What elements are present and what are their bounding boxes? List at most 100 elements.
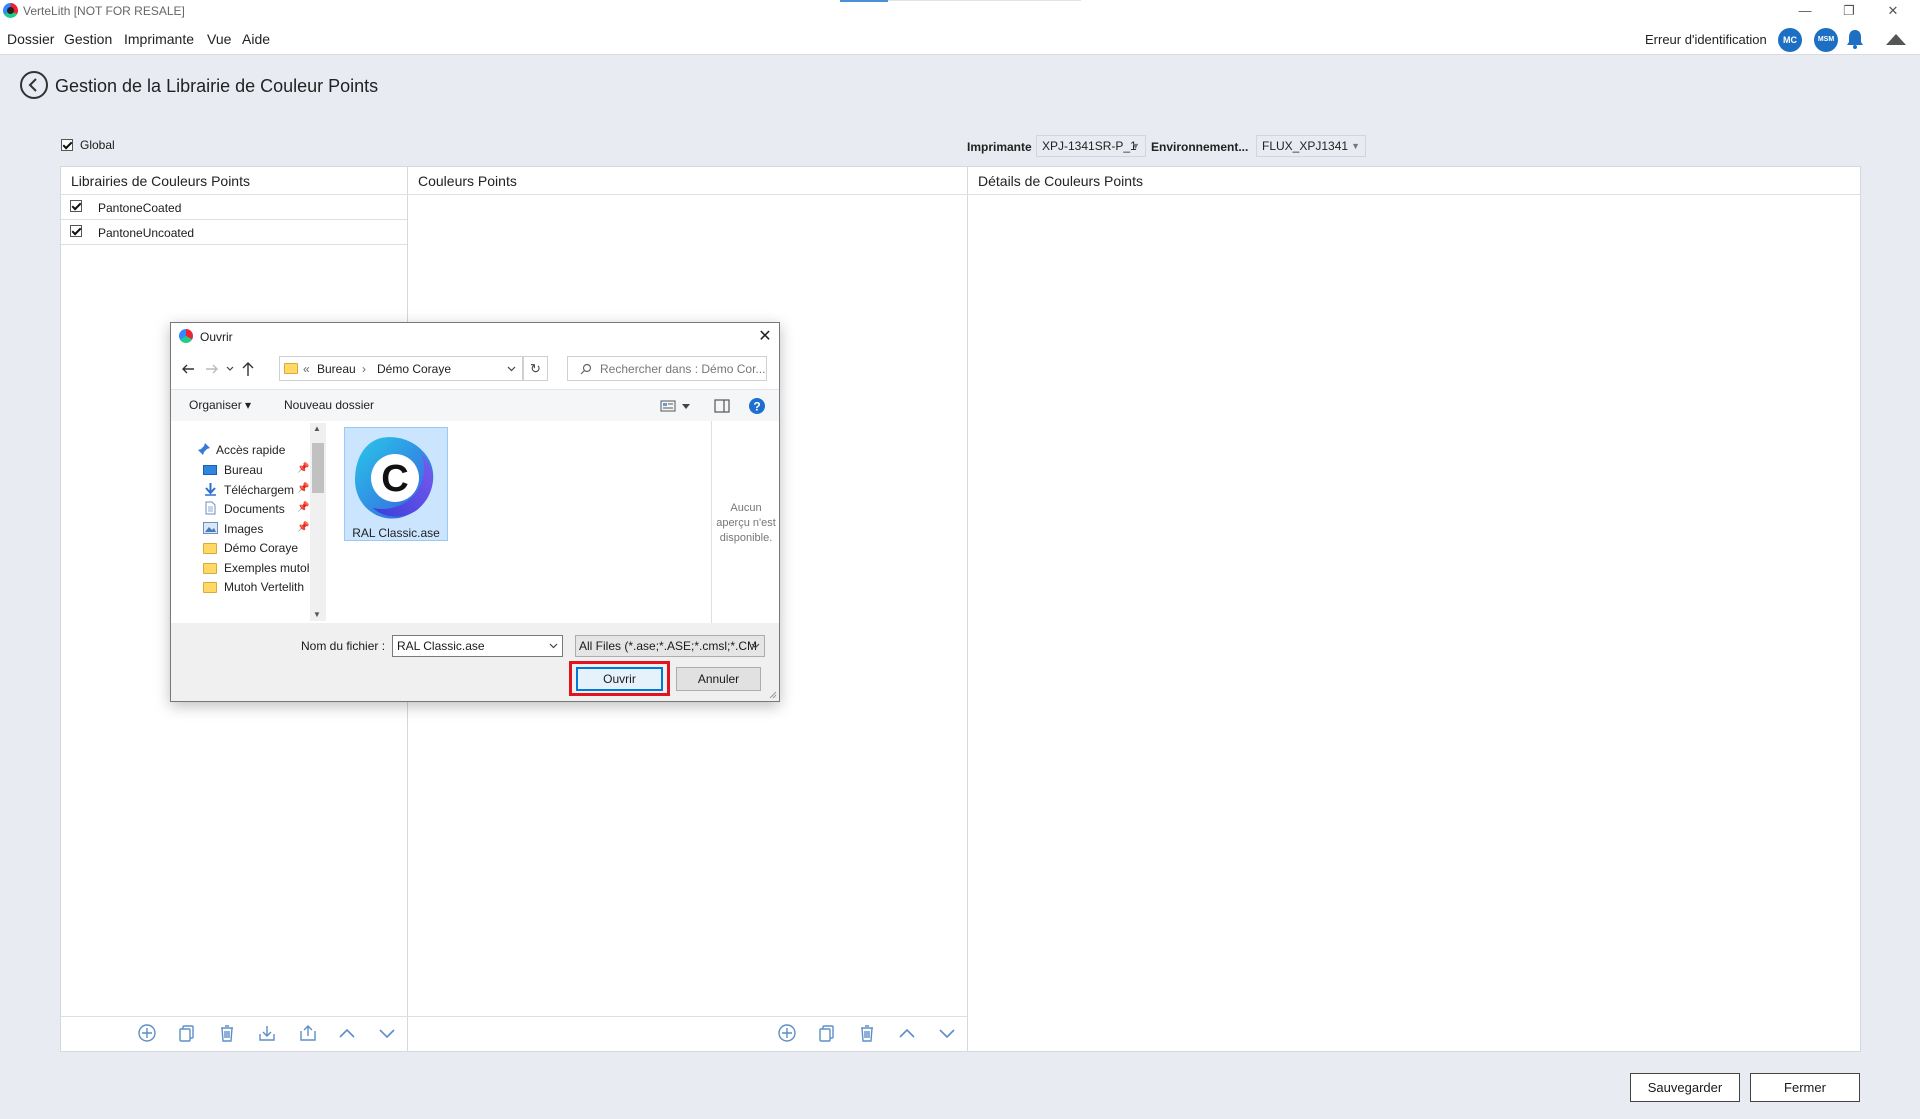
folder-icon	[203, 563, 217, 574]
menu-imprimante[interactable]: Imprimante	[124, 31, 194, 47]
menu-dossier[interactable]: Dossier	[7, 31, 54, 47]
file-type-select[interactable]: All Files (*.ase;*.ASE;*.cmsl;*.CM	[575, 635, 765, 657]
search-input[interactable]: Rechercher dans : Démo Cor...	[567, 356, 767, 381]
tree-item-documents[interactable]: Documents	[224, 502, 294, 516]
libraries-header: Librairies de Couleurs Points	[71, 173, 250, 189]
back-arrow-icon[interactable]	[181, 362, 195, 376]
scroll-down-icon[interactable]: ▼	[313, 610, 321, 619]
printer-select-value: XPJ-1341SR-P_1	[1042, 139, 1137, 153]
export-icon[interactable]	[298, 1023, 318, 1043]
up-arrow-icon[interactable]	[241, 361, 255, 377]
tree-item-quick-access[interactable]: Accès rapide	[216, 443, 311, 457]
bell-icon[interactable]	[1845, 28, 1865, 50]
minimize-button[interactable]: —	[1790, 1, 1820, 21]
file-app-icon: C	[355, 437, 434, 519]
import-icon[interactable]	[257, 1023, 277, 1043]
printer-label: Imprimante	[967, 140, 1032, 154]
organize-button[interactable]: Organiser ▾	[189, 398, 251, 412]
tree-item-downloads[interactable]: Téléchargeme	[224, 483, 294, 497]
chevron-left-icon	[28, 78, 37, 92]
page-title: Gestion de la Librairie de Couleur Point…	[55, 76, 379, 96]
add-icon[interactable]	[137, 1023, 157, 1043]
panel-divider-2	[967, 166, 968, 1052]
collapse-up-icon[interactable]	[1885, 32, 1907, 46]
tree-item-mutoh-vertelith[interactable]: Mutoh Vertelith	[224, 580, 309, 594]
search-placeholder: Rechercher dans : Démo Cor...	[600, 362, 766, 376]
view-mode-icon[interactable]	[660, 400, 676, 412]
delete-icon[interactable]	[217, 1023, 237, 1043]
document-icon	[205, 501, 216, 515]
tree-item-bureau[interactable]: Bureau	[224, 463, 294, 477]
close-button[interactable]: Fermer	[1750, 1073, 1860, 1102]
duplicate-icon[interactable]	[177, 1023, 197, 1043]
menu-aide[interactable]: Aide	[242, 31, 270, 47]
preview-separator	[711, 421, 712, 623]
breadcrumb-demo-coraye[interactable]: Démo Coraye	[377, 362, 451, 376]
cancel-button[interactable]: Annuler	[676, 667, 761, 691]
dialog-bottom-bar: Nom du fichier : RAL Classic.ase All Fil…	[171, 623, 779, 701]
svg-text:?: ?	[753, 400, 760, 414]
filename-value: RAL Classic.ase	[397, 639, 485, 653]
global-label: Global	[80, 138, 115, 152]
resize-grip-icon[interactable]	[767, 689, 777, 699]
move-color-down-icon[interactable]	[937, 1023, 957, 1043]
menu-vue[interactable]: Vue	[207, 31, 231, 47]
pin-icon: 📌	[297, 463, 310, 474]
environment-select[interactable]: FLUX_XPJ1341 ▼	[1256, 135, 1366, 157]
breadcrumb-separator: ›	[362, 362, 366, 376]
dialog-close-icon[interactable]: ✕	[756, 326, 774, 346]
open-button[interactable]: Ouvrir	[576, 667, 663, 691]
help-icon[interactable]: ?	[748, 397, 766, 415]
library-row[interactable]: PantoneCoated	[61, 195, 407, 219]
library-label: PantoneUncoated	[98, 226, 195, 240]
global-checkbox[interactable]	[61, 139, 73, 151]
file-item[interactable]: C RAL Classic.ase	[344, 427, 448, 541]
move-color-up-icon[interactable]	[897, 1023, 917, 1043]
library-row[interactable]: PantoneUncoated	[61, 220, 407, 244]
user-badge-msm[interactable]: MSM	[1814, 28, 1838, 52]
tree-scrollbar[interactable]: ▲ ▼	[310, 423, 326, 621]
move-up-icon[interactable]	[337, 1023, 357, 1043]
restore-button[interactable]: ❐	[1834, 1, 1864, 21]
close-window-button[interactable]: ✕	[1878, 1, 1908, 21]
scrollbar-thumb[interactable]	[312, 443, 324, 493]
breadcrumb-bureau[interactable]: Bureau	[317, 362, 356, 376]
refresh-button[interactable]: ↻	[523, 356, 548, 381]
dialog-body: Accès rapide Bureau 📌 Téléchargeme 📌 Doc…	[171, 421, 779, 623]
library-checkbox[interactable]	[70, 225, 82, 237]
library-checkbox[interactable]	[70, 200, 82, 212]
new-folder-button[interactable]: Nouveau dossier	[284, 398, 374, 412]
environment-label: Environnement...	[1151, 140, 1249, 154]
tree-item-exemples-mutoh[interactable]: Exemples mutoh	[224, 561, 309, 575]
file-type-dropdown-icon[interactable]	[751, 643, 760, 649]
menu-gestion[interactable]: Gestion	[64, 31, 112, 47]
file-type-value: All Files (*.ase;*.ASE;*.cmsl;*.CM	[579, 639, 758, 653]
filename-dropdown-icon[interactable]	[549, 643, 558, 649]
duplicate-color-icon[interactable]	[817, 1023, 837, 1043]
address-bar[interactable]: « Bureau › Démo Coraye	[279, 356, 523, 381]
tree-item-images[interactable]: Images	[224, 522, 294, 536]
forward-arrow-icon[interactable]	[205, 362, 219, 376]
preview-pane-icon[interactable]	[714, 399, 730, 413]
dialog-toolbar: Organiser ▾ Nouveau dossier ?	[171, 389, 779, 423]
view-dropdown-icon[interactable]	[682, 404, 690, 410]
back-button[interactable]	[20, 71, 48, 99]
printer-select[interactable]: XPJ-1341SR-P_1 ▼	[1036, 135, 1146, 157]
recent-dropdown-icon[interactable]	[226, 365, 234, 373]
dialog-app-icon	[179, 329, 193, 343]
filename-input[interactable]: RAL Classic.ase	[392, 635, 563, 657]
scroll-up-icon[interactable]: ▲	[313, 424, 321, 433]
add-color-icon[interactable]	[777, 1023, 797, 1043]
colors-header: Couleurs Points	[418, 173, 517, 189]
save-button[interactable]: Sauvegarder	[1630, 1073, 1740, 1102]
identification-error[interactable]: Erreur d'identification	[1645, 32, 1767, 47]
tree-item-demo-coraye[interactable]: Démo Coraye	[224, 541, 309, 555]
search-icon	[580, 363, 592, 375]
details-header: Détails de Couleurs Points	[978, 173, 1143, 189]
breadcrumb-more[interactable]: «	[303, 362, 310, 376]
move-down-icon[interactable]	[377, 1023, 397, 1043]
user-badge-mc[interactable]: MC	[1778, 28, 1802, 52]
dialog-navigation: « Bureau › Démo Coraye ↻ Rechercher dans…	[171, 349, 779, 389]
delete-color-icon[interactable]	[857, 1023, 877, 1043]
address-dropdown-icon[interactable]	[507, 366, 516, 372]
